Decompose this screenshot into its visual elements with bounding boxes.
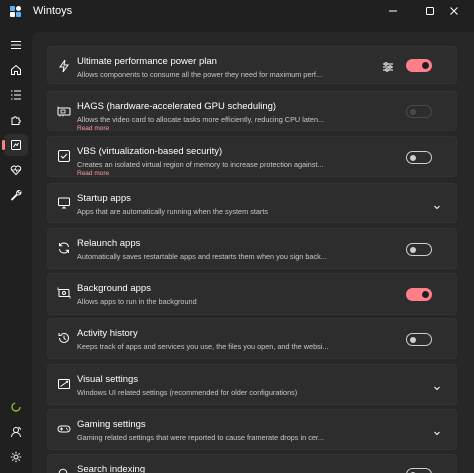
loading-spinner-icon bbox=[11, 402, 21, 412]
close-icon bbox=[450, 7, 458, 15]
puzzle-icon bbox=[11, 116, 21, 125]
card-vbs: VBS (virtualization-based security) Crea… bbox=[47, 136, 457, 177]
hamburger-icon bbox=[11, 41, 21, 49]
card-activity-history: Activity history Keeps track of apps and… bbox=[47, 318, 457, 359]
background-apps-toggle[interactable] bbox=[406, 288, 432, 301]
card-title: Activity history bbox=[77, 328, 138, 339]
ultimate-performance-toggle[interactable] bbox=[406, 59, 432, 72]
sidebar-item-health[interactable] bbox=[4, 159, 28, 181]
card-startup-apps[interactable]: Startup apps Apps that are automatically… bbox=[47, 183, 457, 223]
card-description: Allows the video card to allocate tasks … bbox=[77, 115, 325, 124]
card-title: VBS (virtualization-based security) bbox=[77, 146, 223, 157]
card-description: Allows apps to run in the background bbox=[77, 297, 197, 306]
history-icon bbox=[57, 331, 71, 345]
wrench-icon bbox=[10, 190, 22, 201]
relaunch-apps-toggle[interactable] bbox=[406, 243, 432, 256]
sidebar bbox=[0, 22, 32, 473]
card-title: HAGS (hardware-accelerated GPU schedulin… bbox=[77, 101, 277, 112]
monitor-icon bbox=[57, 196, 71, 210]
card-description: Apps that are automatically running when… bbox=[77, 207, 269, 216]
status-indicator bbox=[4, 396, 28, 418]
app-logo-icon bbox=[10, 6, 21, 17]
search-icon bbox=[57, 467, 71, 473]
sidebar-item-tweaks[interactable] bbox=[4, 184, 28, 206]
card-relaunch-apps: Relaunch apps Automatically saves restar… bbox=[47, 228, 457, 269]
card-description: Windows UI related settings (recommended… bbox=[77, 388, 298, 397]
card-description: Gaming related settings that were report… bbox=[77, 433, 325, 442]
card-description: Keeps track of apps and services you use… bbox=[77, 342, 329, 351]
minimize-button[interactable] bbox=[373, 0, 413, 22]
card-ultimate-performance: Ultimate performance power plan Allows c… bbox=[47, 46, 457, 84]
shield-check-icon bbox=[57, 149, 71, 163]
dashboard-icon bbox=[11, 140, 21, 150]
card-title: Ultimate performance power plan bbox=[77, 56, 217, 67]
read-more-link[interactable]: Read more bbox=[77, 170, 109, 177]
card-description: Allows components to consume all the pow… bbox=[77, 70, 322, 79]
sidebar-item-settings[interactable] bbox=[4, 446, 28, 468]
card-title: Relaunch apps bbox=[77, 238, 141, 249]
search-indexing-toggle[interactable] bbox=[406, 468, 432, 473]
card-title: Search indexing bbox=[77, 464, 146, 473]
chevron-down-icon[interactable] bbox=[432, 199, 442, 210]
gear-icon bbox=[10, 451, 22, 463]
sidebar-item-home[interactable] bbox=[4, 59, 28, 81]
close-button[interactable] bbox=[434, 0, 474, 22]
chevron-down-icon[interactable] bbox=[432, 380, 442, 391]
list-icon bbox=[11, 90, 21, 100]
hags-toggle[interactable] bbox=[406, 105, 432, 118]
card-visual-settings[interactable]: Visual settings Windows UI related setti… bbox=[47, 364, 457, 405]
card-background-apps: Background apps Allows apps to run in th… bbox=[47, 273, 457, 315]
performance-page: Ultimate performance power plan Allows c… bbox=[32, 32, 474, 473]
visual-icon bbox=[57, 377, 71, 391]
title-bar: Wintoys bbox=[0, 0, 474, 22]
read-more-link[interactable]: Read more bbox=[77, 125, 109, 132]
card-title: Startup apps bbox=[77, 193, 131, 204]
refresh-icon bbox=[57, 241, 71, 255]
minimize-icon bbox=[389, 10, 397, 12]
card-description: Creates an isolated virtual region of me… bbox=[77, 160, 324, 169]
feedback-icon bbox=[11, 426, 22, 438]
card-gaming-settings[interactable]: Gaming settings Gaming related settings … bbox=[47, 409, 457, 450]
lightning-icon bbox=[57, 59, 71, 73]
activity-history-toggle[interactable] bbox=[406, 333, 432, 346]
tune-icon[interactable] bbox=[382, 60, 394, 72]
gamepad-icon bbox=[57, 422, 71, 436]
card-description: Automatically saves restartable apps and… bbox=[77, 252, 327, 261]
sidebar-item-services[interactable] bbox=[4, 109, 28, 131]
menu-toggle-button[interactable] bbox=[4, 34, 28, 56]
vbs-toggle[interactable] bbox=[406, 151, 432, 164]
background-apps-icon bbox=[57, 286, 71, 300]
window-title: Wintoys bbox=[33, 5, 73, 17]
heart-pulse-icon bbox=[10, 165, 22, 176]
sidebar-item-performance[interactable] bbox=[2, 134, 28, 156]
card-search-indexing: Search indexing bbox=[47, 454, 457, 473]
card-title: Gaming settings bbox=[77, 419, 146, 430]
card-hags: HAGS (hardware-accelerated GPU schedulin… bbox=[47, 91, 457, 132]
card-title: Visual settings bbox=[77, 374, 139, 385]
sidebar-item-feedback[interactable] bbox=[4, 421, 28, 443]
gpu-icon bbox=[57, 104, 71, 118]
chevron-down-icon[interactable] bbox=[432, 425, 442, 436]
home-icon bbox=[11, 64, 21, 75]
card-title: Background apps bbox=[77, 283, 151, 294]
sidebar-item-apps[interactable] bbox=[4, 84, 28, 106]
